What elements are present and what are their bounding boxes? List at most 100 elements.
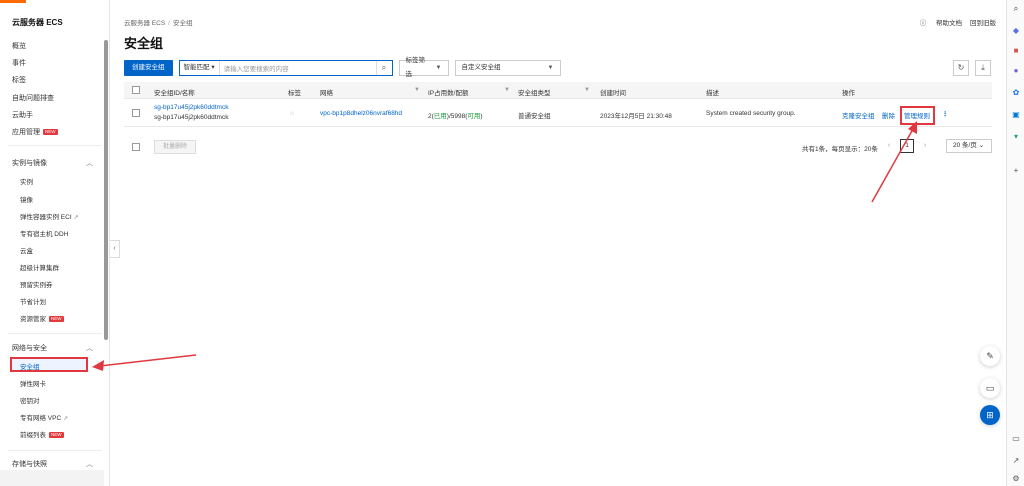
chevron-up-icon[interactable]: ︿ [86, 459, 94, 468]
help-icon: ⓘ [919, 20, 927, 27]
col-header-created: 创建时间 [600, 90, 626, 97]
custom-tag-select[interactable]: 自定义安全组 ▼ [454, 60, 561, 76]
gear-icon[interactable]: ⚙ [1011, 474, 1021, 484]
search-icon[interactable]: ⌕ [375, 61, 392, 75]
screen-icon[interactable]: ▭ [1011, 434, 1021, 444]
security-group-name: sg-bp17u45j2pk60ddtmck [154, 114, 229, 121]
breadcrumb-ecs[interactable]: 云服务器 ECS [124, 20, 165, 27]
tag-icon[interactable]: ⌂ [290, 110, 294, 117]
settings-icon[interactable]: ✿ [1011, 88, 1021, 98]
filter-icon[interactable]: ▼ [584, 87, 590, 93]
create-security-group-button[interactable]: 创建安全组 [124, 60, 173, 76]
sidebar-item-eci[interactable]: 弹性容器实例 ECI ↗ [20, 211, 79, 221]
sidebar-item-supercomputing[interactable]: 超级计算集群 [20, 262, 59, 272]
search-input[interactable]: 请输入您要搜索的内容 [220, 63, 376, 73]
clone-security-group-link[interactable]: 克隆安全组 [842, 110, 875, 120]
next-page-icon[interactable]: › [918, 139, 932, 153]
chevron-down-icon: ▾ [211, 64, 215, 71]
chevron-down-icon: ⌄ [978, 142, 985, 149]
sidebar-item-label: 前缀列表 [20, 432, 46, 439]
chevron-up-icon[interactable]: ︿ [86, 343, 94, 352]
table-header: 安全组ID/名称 标签 网络 ▼ IP占用数/配额 ▼ 安全组类型 ▼ 创建时间… [124, 82, 992, 99]
sidebar-item-keypair[interactable]: 密钥对 [20, 395, 40, 405]
col-header-actions: 操作 [842, 90, 855, 97]
brand-bar [0, 0, 26, 3]
help-links: ⓘ 帮助文档 回到旧版 [904, 17, 996, 27]
ip-used-label: 已用 [433, 113, 447, 120]
toolbar: 创建安全组 智能匹配 ▾ 请输入您要搜索的内容 ⌕ 标签筛选 ▼ 自定义安全组 ▼ [124, 57, 561, 78]
sidebar-item-tags[interactable]: 标签 [12, 75, 26, 85]
sidebar-item-eni[interactable]: 弹性网卡 [20, 378, 46, 388]
briefcase-icon[interactable]: ■ [1011, 46, 1021, 56]
vpc-link[interactable]: vpc-bp1p8dhelz06nvraf68hd [320, 110, 402, 117]
outlook-icon[interactable]: ▣ [1011, 110, 1021, 120]
chevron-up-icon[interactable]: ︿ [86, 158, 94, 167]
filter-icon[interactable]: ▼ [414, 87, 420, 93]
sidebar-item-cloud-box[interactable]: 云盒 [20, 245, 33, 255]
tag-filter-label: 标签筛选 [405, 57, 426, 78]
feedback-icon[interactable]: ▭ [980, 378, 1000, 398]
sidebar: 云服务器 ECS 概览 事件 标签 自助问题排查 云助手 应用管理 NEW 实例与… [0, 0, 110, 486]
current-page[interactable]: 1 [900, 139, 914, 153]
shop-icon[interactable]: ▾ [1011, 132, 1021, 142]
breadcrumb: 云服务器 ECS / 安全组 [124, 17, 192, 27]
footer-select-all-checkbox[interactable] [132, 143, 140, 151]
refresh-icon[interactable]: ↻ [953, 60, 969, 76]
search-box: 智能匹配 ▾ 请输入您要搜索的内容 ⌕ [178, 60, 393, 76]
search-mode-label: 智能匹配 [183, 64, 210, 71]
sidebar-item-app-management[interactable]: 应用管理 NEW [12, 127, 58, 137]
sidebar-item-security-group[interactable]: 安全组 [20, 361, 40, 371]
external-link-icon: ↗ [63, 416, 69, 422]
ip-available-label: 可用 [467, 113, 481, 120]
sidebar-item-events[interactable]: 事件 [12, 58, 26, 68]
sidebar-item-prefix-list[interactable]: 前缀列表 NEW [20, 429, 64, 439]
add-icon[interactable]: + [1011, 166, 1021, 176]
filter-icon[interactable]: ▼ [504, 87, 510, 93]
sidebar-item-label: 弹性容器实例 ECI [20, 214, 72, 221]
back-old-version-link[interactable]: 回到旧版 [970, 20, 996, 27]
sidebar-bottom-bar [0, 470, 104, 486]
delete-link[interactable]: 删除 [882, 110, 895, 120]
apps-icon[interactable]: ⊞ [980, 405, 1000, 425]
sidebar-scrollbar[interactable] [104, 40, 108, 340]
external-link-icon[interactable]: ↗ [1011, 456, 1021, 466]
col-header-id: 安全组ID/名称 [154, 90, 195, 97]
prev-page-icon[interactable]: ‹ [882, 139, 896, 153]
search-icon[interactable]: ⌕ [1011, 4, 1021, 14]
sidebar-group-instances[interactable]: 实例与镜像 [12, 158, 47, 168]
select-all-checkbox[interactable] [132, 86, 140, 94]
sidebar-item-overview[interactable]: 概览 [12, 41, 26, 51]
sidebar-item-resource-butler[interactable]: 资源管家 NEW [20, 313, 64, 323]
people-icon[interactable]: ● [1011, 66, 1021, 76]
tag-filter-select[interactable]: 标签筛选 ▼ [398, 57, 449, 78]
sidebar-item-label: 应用管理 [12, 129, 40, 136]
external-link-icon: ↗ [73, 215, 79, 221]
download-icon[interactable]: ⤓ [975, 60, 991, 76]
per-page-select[interactable]: 20 条/页 ⌄ [946, 139, 992, 153]
row-checkbox[interactable] [132, 109, 140, 117]
help-doc-link[interactable]: ⓘ 帮助文档 [912, 20, 962, 27]
sidebar-item-reserved[interactable]: 预留实例券 [20, 279, 53, 289]
more-actions-icon[interactable]: ⋮ [942, 110, 949, 118]
search-mode-select[interactable]: 智能匹配 ▾ [180, 61, 220, 75]
security-group-type: 普通安全组 [518, 113, 551, 120]
sidebar-item-savings-plan[interactable]: 节省计划 [20, 296, 46, 306]
sidebar-item-images[interactable]: 镜像 [20, 194, 33, 204]
sidebar-item-instances[interactable]: 实例 [20, 176, 33, 186]
sidebar-item-vpc[interactable]: 专有网络 VPC ↗ [20, 412, 68, 422]
custom-tag-label: 自定义安全组 [461, 64, 501, 71]
col-header-desc: 描述 [706, 90, 719, 97]
sidebar-group-storage[interactable]: 存储与快照 [12, 459, 47, 469]
sidebar-item-cloud-assistant[interactable]: 云助手 [12, 110, 33, 120]
ip-close-paren: ) [480, 113, 483, 120]
sidebar-item-ddh[interactable]: 专有宿主机 DDH [20, 228, 68, 238]
col-header-tags: 标签 [288, 90, 301, 97]
batch-delete-button[interactable]: 批量删除 [154, 140, 197, 154]
security-group-id-link[interactable]: sg-bp17u45j2pk60ddtmck [154, 104, 228, 111]
col-header-type: 安全组类型 [518, 90, 551, 97]
sidebar-item-troubleshoot[interactable]: 自助问题排查 [12, 93, 54, 103]
tag-icon[interactable]: ◆ [1011, 26, 1021, 36]
edit-icon[interactable]: ✎ [980, 346, 1000, 366]
sidebar-brand: 云服务器 ECS [12, 18, 63, 27]
sidebar-group-network[interactable]: 网络与安全 [12, 343, 47, 353]
